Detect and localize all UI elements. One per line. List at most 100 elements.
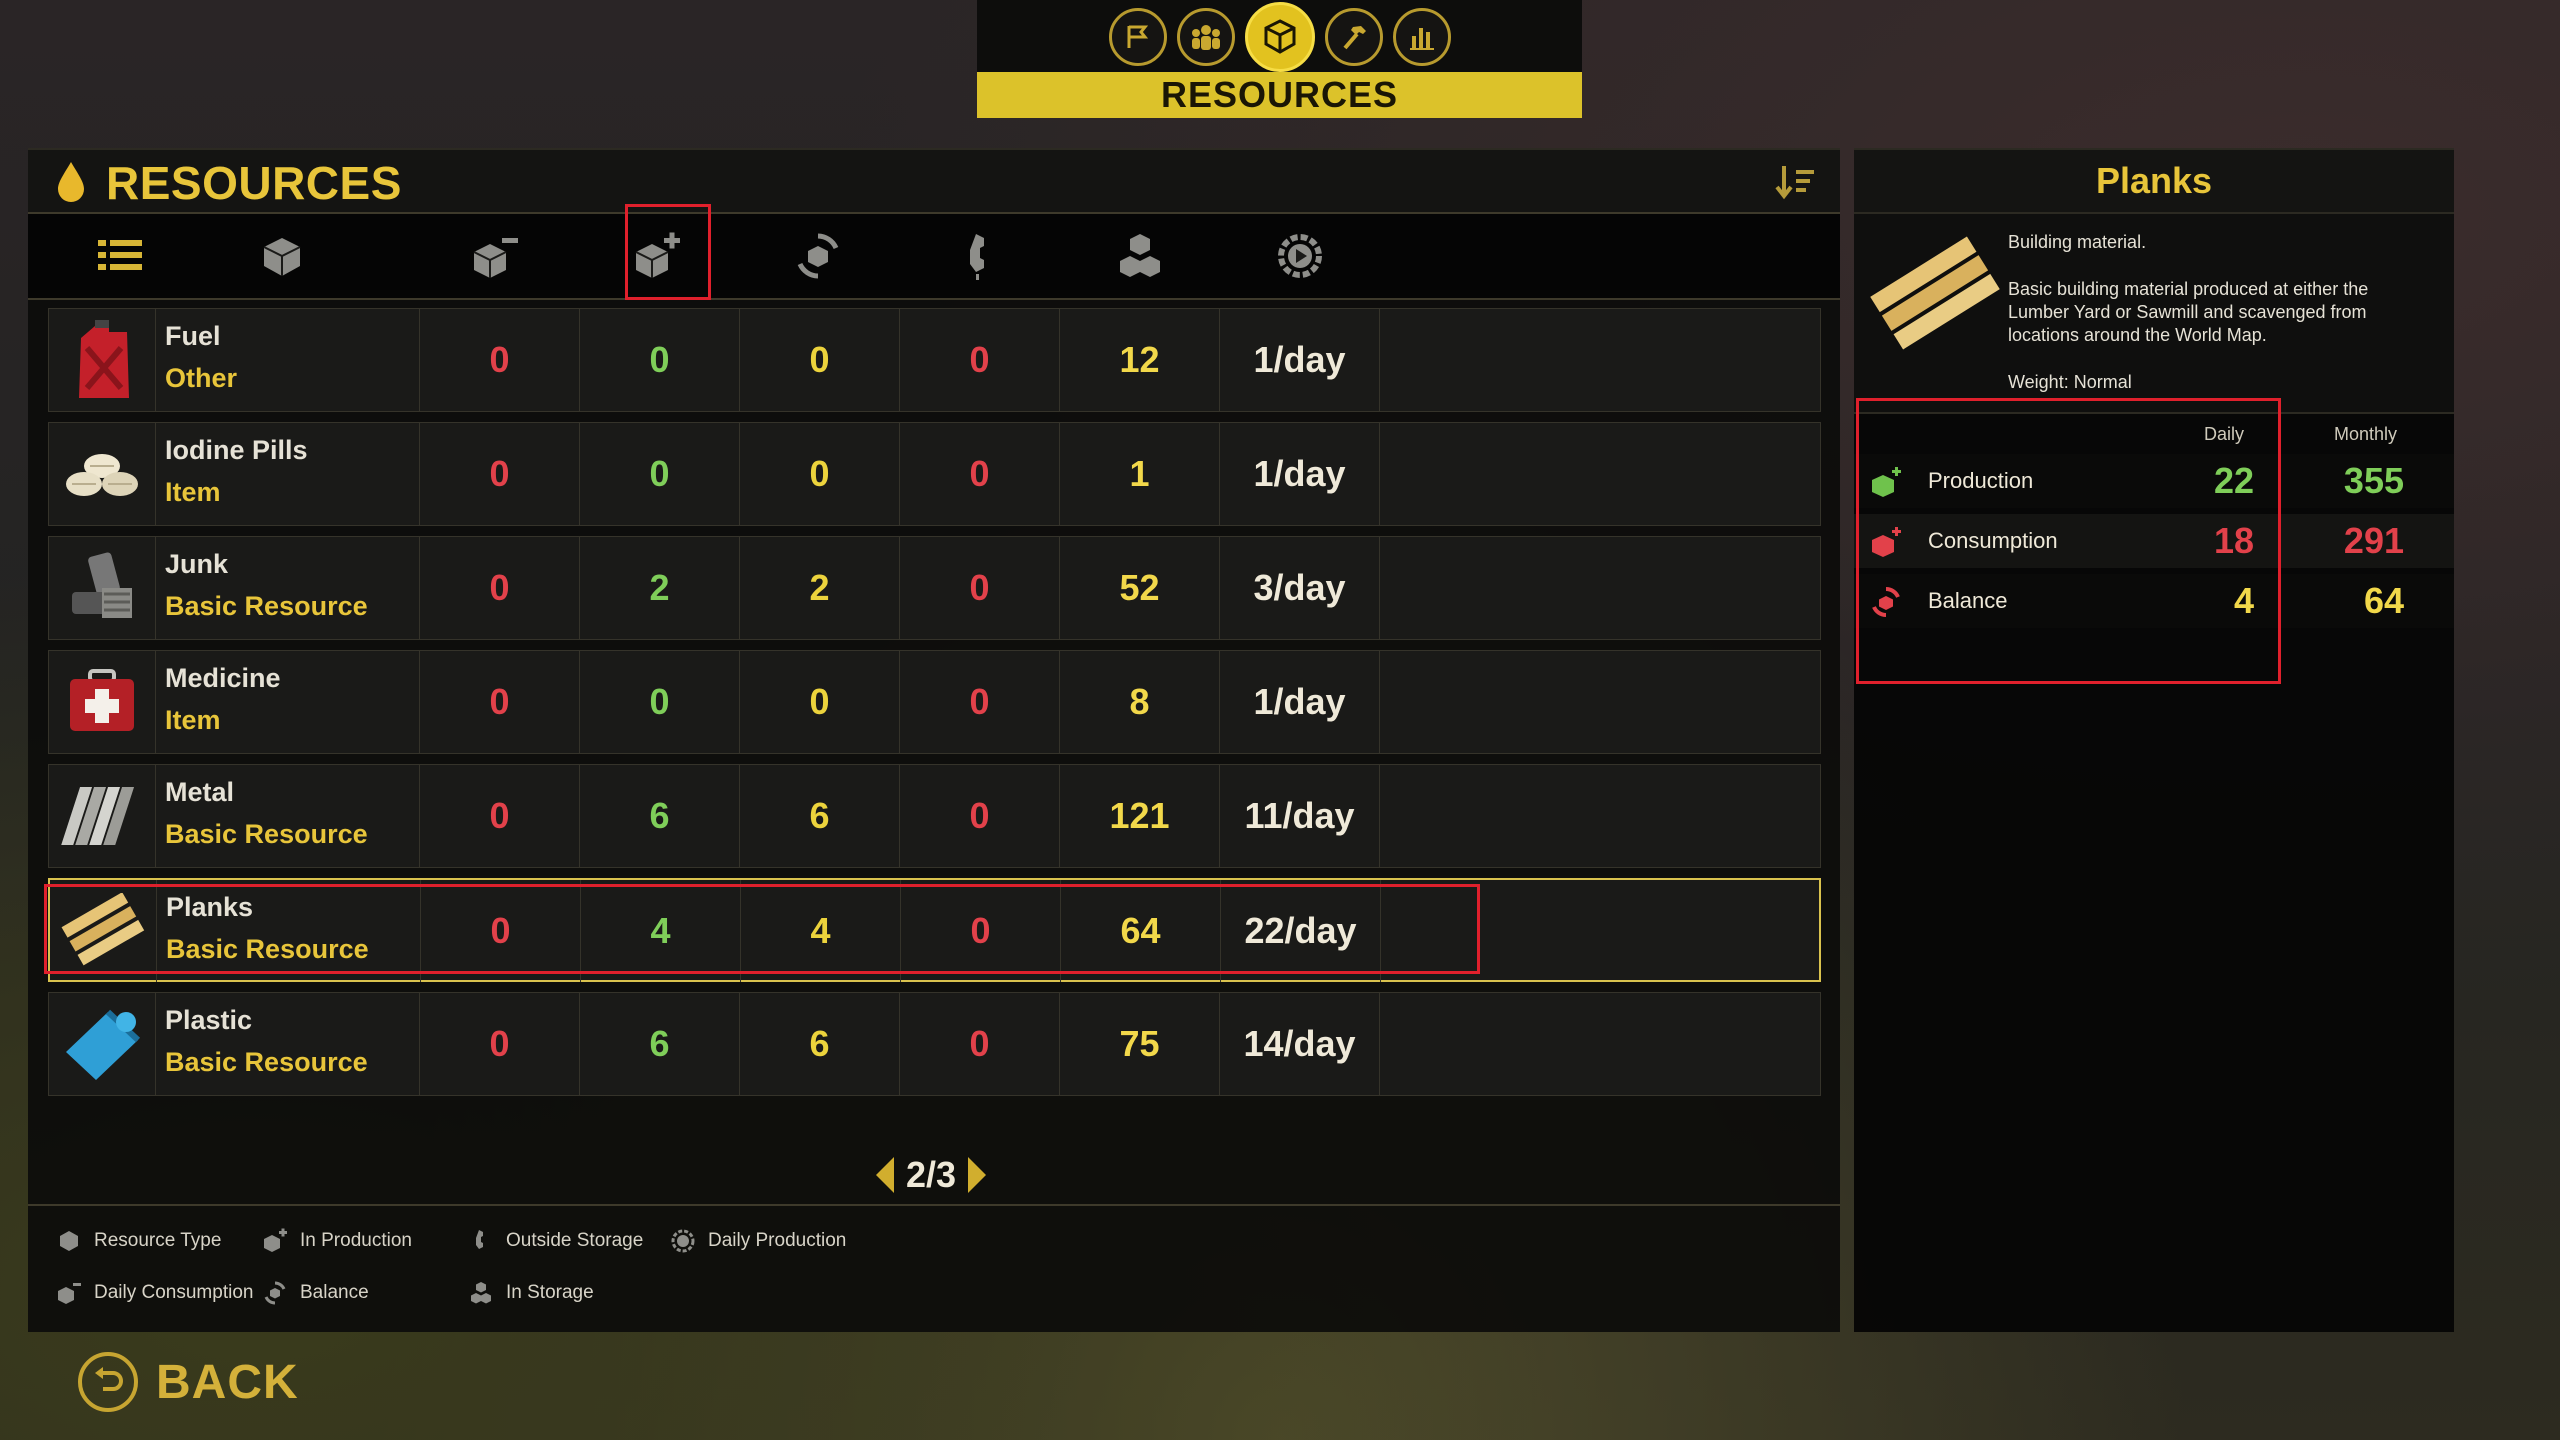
outside-storage-value: 0 bbox=[899, 765, 1059, 867]
in-storage-value: 52 bbox=[1059, 537, 1219, 639]
chart-icon[interactable] bbox=[1392, 8, 1451, 66]
legend-label: Balance bbox=[300, 1282, 369, 1303]
monthly-header: Monthly bbox=[2334, 424, 2398, 444]
resource-type-icon[interactable] bbox=[254, 228, 310, 284]
outside-storage-icon bbox=[476, 1230, 483, 1249]
daily-consumption-value: 0 bbox=[419, 765, 579, 867]
resource-row-medicine[interactable]: Medicine Item 0 0 0 0 8 1/day bbox=[48, 650, 1821, 754]
highlight-box-planks-row bbox=[44, 884, 1480, 974]
stat-monthly: 64 bbox=[2363, 580, 2404, 621]
legend-label: In Storage bbox=[506, 1282, 594, 1303]
outside-storage-value: 0 bbox=[899, 651, 1059, 753]
resource-type: Basic Resource bbox=[165, 1047, 368, 1077]
in-storage-icon[interactable] bbox=[1112, 228, 1168, 284]
resource-name: Iodine Pills bbox=[165, 435, 308, 465]
legend: Resource Type In Production Outside Stor… bbox=[28, 1204, 1840, 1334]
resource-type: Basic Resource bbox=[165, 591, 368, 621]
in-production-value: 0 bbox=[579, 423, 739, 525]
stat-monthly: 355 bbox=[2343, 460, 2404, 501]
balance-value: 0 bbox=[739, 423, 899, 525]
legend-label: Daily Production bbox=[708, 1230, 847, 1251]
resource-type: Item bbox=[165, 705, 221, 735]
iodine-pills-icon bbox=[49, 423, 156, 525]
detail-long-description: Basic building material produced at eith… bbox=[2008, 279, 2369, 345]
resource-row-metal[interactable]: Metal Basic Resource 0 6 6 0 121 11/day bbox=[48, 764, 1821, 868]
resources-icon[interactable] bbox=[1244, 2, 1315, 72]
daily-consumption-value: 0 bbox=[419, 993, 579, 1095]
legend-item-daily-consumption: Daily Consumption bbox=[56, 1280, 253, 1306]
resource-row-plastic[interactable]: Plastic Basic Resource 0 6 6 0 75 14/day bbox=[48, 992, 1821, 1096]
in-production-value: 0 bbox=[579, 651, 739, 753]
daily-production-icon[interactable] bbox=[1272, 228, 1328, 284]
in-storage-value: 8 bbox=[1059, 651, 1219, 753]
back-arrow-icon bbox=[78, 1352, 138, 1412]
empty-cell bbox=[1379, 651, 1539, 753]
nav-banner-title: RESOURCES bbox=[977, 72, 1582, 118]
empty-cell bbox=[1379, 309, 1539, 411]
legend-item-outside-storage: Outside Storage bbox=[468, 1228, 643, 1254]
legend-item-balance: Balance bbox=[262, 1280, 369, 1306]
planks-icon bbox=[1870, 236, 2000, 350]
balance-value: 6 bbox=[739, 993, 899, 1095]
resources-panel: RESOURCES Fuel Other 0 0 0 0 12 1/day Io… bbox=[28, 148, 1840, 1332]
daily-production-value: 11/day bbox=[1219, 765, 1379, 867]
resource-name: Medicine bbox=[165, 663, 281, 693]
hammer-icon[interactable] bbox=[1324, 8, 1383, 66]
plastic-icon bbox=[49, 993, 156, 1095]
legend-label: In Production bbox=[300, 1230, 412, 1251]
daily-production-value: 1/day bbox=[1219, 309, 1379, 411]
list-icon[interactable] bbox=[92, 228, 148, 284]
in-storage-value: 121 bbox=[1059, 765, 1219, 867]
sort-icon[interactable] bbox=[1774, 164, 1818, 200]
back-button[interactable]: BACK bbox=[78, 1352, 299, 1412]
outside-storage-icon[interactable] bbox=[952, 228, 1008, 284]
daily-consumption-icon bbox=[58, 1283, 81, 1304]
empty-cell bbox=[1379, 765, 1539, 867]
legend-item-in-storage: In Storage bbox=[468, 1280, 594, 1306]
in-production-value: 0 bbox=[579, 309, 739, 411]
metal-icon bbox=[49, 765, 156, 867]
legend-item-resource-type: Resource Type bbox=[56, 1228, 221, 1254]
daily-production-value: 3/day bbox=[1219, 537, 1379, 639]
daily-production-value: 14/day bbox=[1219, 993, 1379, 1095]
in-storage-value: 1 bbox=[1059, 423, 1219, 525]
drop-icon bbox=[58, 162, 84, 202]
in-storage-value: 75 bbox=[1059, 993, 1219, 1095]
back-label: BACK bbox=[156, 1355, 299, 1409]
detail-short-description: Building material. bbox=[2008, 232, 2147, 252]
resource-row-iodine-pills[interactable]: Iodine Pills Item 0 0 0 0 1 1/day bbox=[48, 422, 1821, 526]
balance-value: 0 bbox=[739, 309, 899, 411]
medicine-icon bbox=[49, 651, 156, 753]
empty-cell bbox=[1379, 993, 1539, 1095]
resource-type: Basic Resource bbox=[165, 819, 368, 849]
daily-consumption-value: 0 bbox=[419, 423, 579, 525]
previous-page-button[interactable] bbox=[876, 1157, 894, 1193]
daily-consumption-icon[interactable] bbox=[468, 228, 524, 284]
resource-type: Item bbox=[165, 477, 221, 507]
resource-row-junk[interactable]: Junk Basic Resource 0 2 2 0 52 3/day bbox=[48, 536, 1821, 640]
legend-label: Daily Consumption bbox=[94, 1282, 254, 1303]
balance-icon[interactable] bbox=[790, 228, 846, 284]
resource-name: Fuel bbox=[165, 321, 221, 351]
legend-label: Outside Storage bbox=[506, 1230, 644, 1251]
page-indicator: 2/3 bbox=[906, 1154, 957, 1195]
flag-icon[interactable] bbox=[1108, 8, 1167, 66]
next-page-button[interactable] bbox=[968, 1157, 987, 1193]
detail-weight: Weight: Normal bbox=[2008, 372, 2132, 392]
in-storage-icon bbox=[471, 1282, 491, 1304]
people-icon[interactable] bbox=[1176, 8, 1235, 66]
highlight-box-in-production bbox=[625, 204, 711, 300]
empty-cell bbox=[1379, 423, 1539, 525]
legend-item-in-production: In Production bbox=[262, 1228, 412, 1254]
panel-title: RESOURCES bbox=[106, 157, 402, 209]
detail-title: Planks bbox=[1854, 150, 2454, 212]
daily-consumption-value: 0 bbox=[419, 309, 579, 411]
resource-name: Metal bbox=[165, 777, 235, 807]
resource-row-fuel[interactable]: Fuel Other 0 0 0 0 12 1/day bbox=[48, 308, 1821, 412]
balance-icon bbox=[264, 1281, 286, 1305]
empty-cell bbox=[1379, 537, 1539, 639]
resource-type-icon bbox=[60, 1231, 78, 1251]
outside-storage-value: 0 bbox=[899, 537, 1059, 639]
fuel-icon bbox=[49, 309, 156, 411]
in-production-value: 2 bbox=[579, 537, 739, 639]
